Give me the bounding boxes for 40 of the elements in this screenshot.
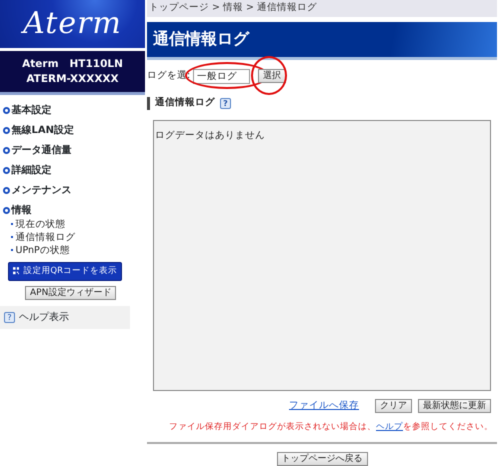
submenu-item[interactable]: 通信情報ログ <box>16 230 76 244</box>
back-to-top-button[interactable]: トップページへ戻る <box>276 452 368 466</box>
refresh-button[interactable]: 最新状態に更新 <box>418 399 491 414</box>
qr-code-button[interactable]: 設定用QRコードを表示 <box>8 262 122 280</box>
qr-code-icon <box>13 265 20 277</box>
bullet-icon <box>2 186 10 194</box>
select-button[interactable]: 選択 <box>258 69 286 84</box>
device-model: Aterm HT110LN <box>22 56 123 72</box>
submenu-item[interactable]: UPnPの状態 <box>16 244 70 256</box>
menu-item[interactable]: メンテナンス <box>12 182 72 198</box>
bullet-icon <box>2 106 10 114</box>
breadcrumb-link[interactable]: 情報 <box>222 1 243 16</box>
menu-item[interactable]: 詳細設定 <box>12 162 52 178</box>
breadcrumb-link[interactable]: トップページ <box>149 1 209 16</box>
breadcrumb-current: 通信情報ログ <box>256 1 317 16</box>
help-link[interactable]: ヘルプ <box>376 422 403 432</box>
help-note: ファイル保存用ダイアログが表示されない場合は、ヘルプを参照してください。 <box>168 421 494 434</box>
menu-item[interactable]: 基本設定 <box>12 102 52 118</box>
breadcrumb-separator: > <box>212 1 220 16</box>
help-icon[interactable]: ? <box>220 98 231 109</box>
menu-item[interactable]: 情報 <box>12 202 32 218</box>
breadcrumb-separator: > <box>246 1 254 16</box>
bullet-icon <box>2 206 10 214</box>
log-text-area[interactable]: ログデータはありません <box>153 120 491 391</box>
submenu-item[interactable]: 現在の状態 <box>16 218 66 230</box>
clear-button[interactable]: クリア <box>375 399 412 414</box>
log-select[interactable]: 一般ログ <box>193 68 250 84</box>
bullet-icon <box>2 146 10 154</box>
help-icon[interactable]: ? <box>4 312 15 322</box>
apn-wizard-button[interactable]: APN設定ウィザード <box>25 286 116 300</box>
bullet-icon <box>2 126 10 134</box>
device-name: ATERM-XXXXXX <box>26 72 119 86</box>
bullet-icon <box>2 166 10 174</box>
logo: Aterm <box>23 9 122 39</box>
menu-item[interactable]: 無線LAN設定 <box>12 122 74 138</box>
help-link[interactable]: ヘルプ表示 <box>19 310 69 324</box>
section-title: 通信情報ログ <box>155 96 215 110</box>
save-to-file-link[interactable]: ファイルへ保存 <box>289 399 359 414</box>
page-title: 通信情報ログ <box>153 28 249 50</box>
menu-item[interactable]: データ通信量 <box>12 142 72 158</box>
